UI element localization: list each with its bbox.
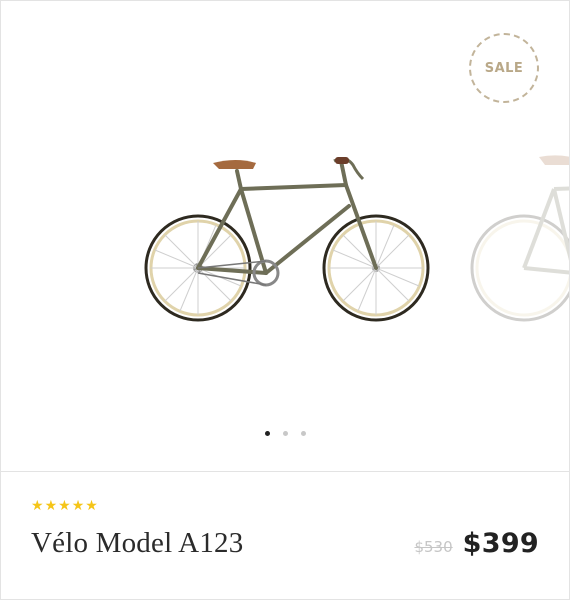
bicycle-image (144, 157, 430, 322)
carousel-dot-2[interactable] (282, 431, 288, 436)
carousel-dot-1[interactable] (264, 431, 270, 436)
carousel-dot-3[interactable] (300, 431, 306, 436)
original-price: $530 (414, 538, 453, 556)
star-icon: ★ (44, 498, 58, 514)
product-name[interactable]: Vélo Model A123 (31, 527, 243, 560)
bicycle-frame (196, 159, 378, 275)
sale-badge: SALE (469, 33, 539, 103)
sale-badge-label: SALE (484, 60, 524, 76)
product-gallery[interactable]: SALE (1, 1, 569, 472)
next-slide-bicycle-image (470, 155, 569, 322)
saddle (213, 160, 256, 169)
carousel-dots (1, 431, 569, 436)
product-info: ★ ★ ★ ★ ★ Vélo Model A123 $530 $399 (1, 472, 569, 599)
product-card: SALE ★ ★ ★ ★ ★ Vélo Model A123 $530 $399 (0, 0, 570, 600)
star-icon: ★ (31, 498, 44, 514)
price-block: $530 $399 (414, 528, 539, 559)
rating-stars: ★ ★ ★ ★ ★ (31, 499, 98, 513)
star-icon: ★ (58, 498, 71, 514)
sale-price: $399 (462, 528, 539, 559)
star-icon: ★ (85, 498, 98, 514)
star-icon: ★ (71, 498, 85, 514)
